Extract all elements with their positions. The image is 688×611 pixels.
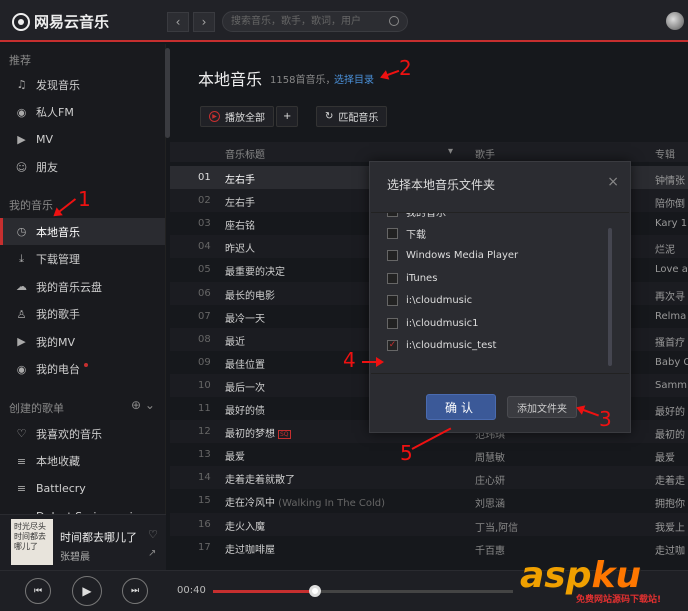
annotation-1: 1 (78, 187, 91, 211)
annotation-arrow-2 (381, 69, 400, 78)
app-window: 网易云音乐 ‹ › 搜索音乐，歌手，歌词，用户 推荐 ♫ 发现音乐 ◉ 私人FM ▶ MV ☺… (0, 0, 688, 611)
annotation-4: 4 (343, 348, 356, 372)
annotation-3: 3 (599, 407, 612, 431)
annotation-layer: 1 2 3 4 5 (0, 0, 688, 611)
annotation-5: 5 (400, 441, 413, 465)
annotation-2: 2 (399, 56, 412, 80)
watermark-subtitle: 免费网站源码下载站! (576, 595, 662, 605)
annotation-arrow-1 (54, 198, 77, 216)
annotation-arrow-5 (411, 427, 452, 450)
watermark-logo: aspku (520, 555, 641, 596)
annotation-arrowhead-4 (376, 357, 384, 367)
annotation-arrow-3 (577, 407, 600, 417)
watermark-brand-b: ku (591, 555, 642, 596)
watermark-brand-a: asp (520, 555, 592, 596)
